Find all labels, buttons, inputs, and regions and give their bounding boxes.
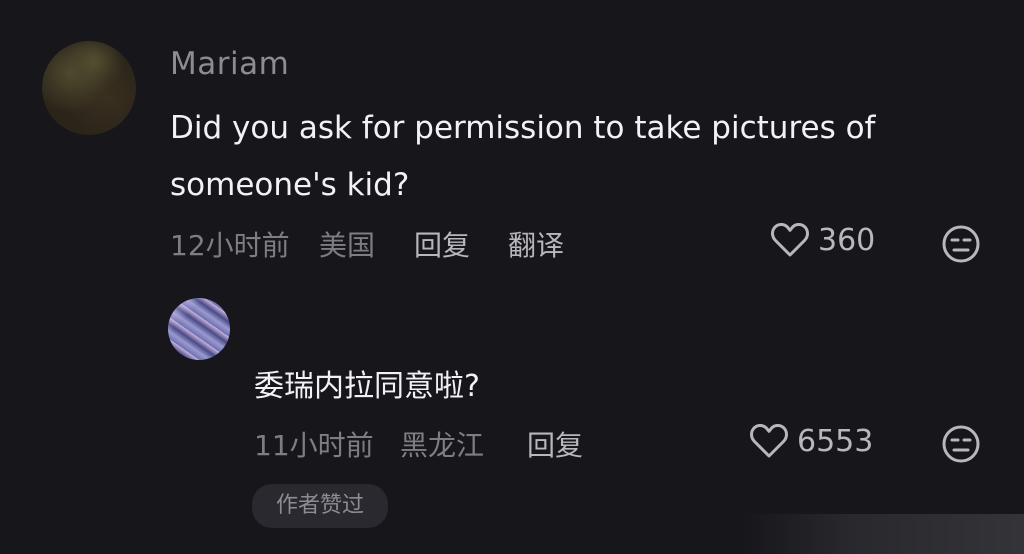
- comment-text[interactable]: Did you ask for permission to take pictu…: [170, 100, 970, 214]
- neutral-face-icon[interactable]: [941, 224, 981, 264]
- comment-like-button[interactable]: 360: [770, 222, 875, 258]
- comment-username[interactable]: Mariam: [170, 46, 289, 82]
- reply-avatar[interactable]: [168, 298, 230, 360]
- reply-time: 11小时前: [254, 429, 374, 462]
- heart-outline-icon: [750, 424, 788, 458]
- reply-location: 黑龙江: [400, 429, 485, 462]
- avatar[interactable]: [42, 41, 136, 135]
- reply-reply-button[interactable]: 回复: [527, 424, 583, 464]
- comment-location: 美国: [319, 229, 376, 262]
- reply-text[interactable]: 委瑞内拉同意啦?: [254, 361, 480, 405]
- author-liked-badge: 作者赞过: [252, 484, 388, 528]
- comment-reply-button[interactable]: 回复: [414, 224, 470, 264]
- comment-like-count: 360: [818, 222, 876, 258]
- watermark: [742, 514, 1024, 554]
- comment-thread: Mariam Did you ask for permission to tak…: [0, 0, 1024, 554]
- comment-time: 12小时前: [170, 229, 290, 262]
- reply-like-button[interactable]: 6553: [749, 423, 873, 459]
- comment-translate-button[interactable]: 翻译: [508, 224, 564, 264]
- neutral-face-icon[interactable]: [941, 424, 981, 464]
- reply-like-count: 6553: [797, 423, 874, 459]
- heart-outline-icon: [771, 223, 809, 257]
